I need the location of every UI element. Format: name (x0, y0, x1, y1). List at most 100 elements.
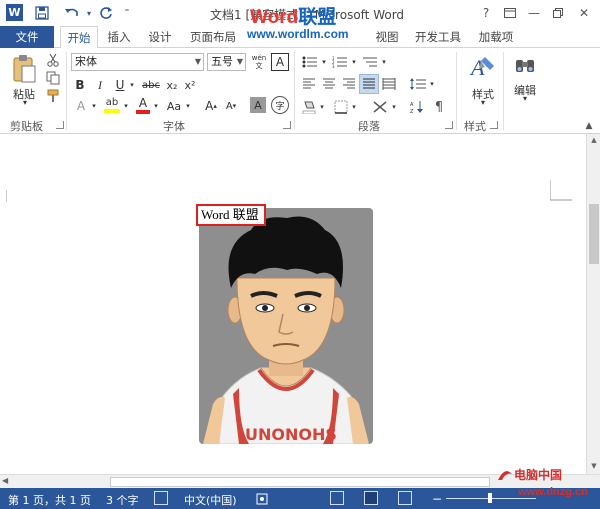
tab-addins[interactable]: 加载项 (474, 26, 518, 48)
tab-view[interactable]: 视图 (370, 26, 404, 48)
styles-dropdown-icon[interactable]: ▾ (478, 98, 488, 107)
tab-insert[interactable]: 插入 (102, 26, 136, 48)
numbering-icon[interactable]: 123 (330, 53, 350, 71)
scroll-up-icon[interactable]: ▲ (587, 134, 600, 146)
font-launcher-icon[interactable] (283, 121, 291, 129)
word-app-icon[interactable]: W (6, 4, 23, 21)
tab-home[interactable]: 开始 (60, 26, 98, 49)
binoculars-icon[interactable] (512, 52, 538, 78)
editing-dropdown-icon[interactable]: ▾ (520, 94, 530, 103)
underline-dropdown-icon[interactable]: ▾ (128, 76, 136, 94)
numbering-dropdown-icon[interactable]: ▾ (350, 53, 358, 71)
show-marks-icon[interactable]: ¶ (430, 98, 448, 116)
word-count-status[interactable]: 3 个字 (106, 492, 139, 508)
italic-button[interactable]: I (92, 76, 108, 94)
undo-icon[interactable] (60, 4, 84, 22)
macro-record-icon[interactable] (254, 491, 268, 505)
svg-text:3: 3 (332, 64, 335, 68)
grow-font-label: A (205, 99, 214, 113)
shrink-font-button[interactable]: A ▾ (222, 97, 240, 115)
bullets-icon[interactable] (300, 53, 320, 71)
highlight-dropdown-icon[interactable]: ▾ (122, 97, 130, 115)
horizontal-scroll-thumb[interactable] (110, 477, 490, 487)
bullets-dropdown-icon[interactable]: ▾ (320, 53, 328, 71)
font-color-button[interactable]: A (134, 95, 152, 115)
save-icon[interactable] (32, 4, 52, 22)
bold-button[interactable]: B (72, 76, 88, 94)
phonetic-guide-icon[interactable]: wén 文 (250, 51, 268, 73)
change-case-button[interactable]: Aa (164, 97, 184, 115)
redo-icon[interactable] (96, 4, 116, 22)
customize-qat-icon[interactable]: ⁼ (120, 4, 134, 22)
read-mode-icon[interactable] (330, 491, 344, 505)
text-effects-button[interactable]: A (72, 97, 90, 115)
maximize-icon[interactable] (546, 3, 570, 23)
asian-layout-dropdown-icon[interactable]: ▾ (390, 98, 398, 116)
paste-dropdown-icon[interactable]: ▾ (20, 98, 30, 107)
styles-icon[interactable]: A (466, 52, 500, 82)
phonetic-guide-label: wén (251, 54, 267, 62)
enclose-characters-button[interactable]: 字 (271, 96, 289, 114)
font-size-combo[interactable]: 五号 ▼ (207, 53, 246, 71)
ribbon-display-icon[interactable] (498, 3, 522, 23)
line-spacing-icon[interactable] (408, 75, 428, 93)
line-spacing-dropdown-icon[interactable]: ▾ (428, 75, 436, 93)
tab-design[interactable]: 设计 (142, 26, 178, 48)
tab-file[interactable]: 文件 (0, 26, 54, 48)
underline-button[interactable]: U (112, 76, 128, 94)
watermark-url: www.wordlm.com (247, 27, 349, 41)
char-shading-button[interactable]: A (250, 97, 266, 113)
group-separator (503, 52, 504, 130)
shading-dropdown-icon[interactable]: ▾ (318, 98, 326, 116)
tab-page-layout[interactable]: 页面布局 (186, 26, 240, 48)
close-icon[interactable]: ✕ (572, 3, 596, 23)
align-right-icon[interactable] (340, 75, 358, 93)
cut-icon[interactable] (44, 52, 62, 68)
asian-layout-icon[interactable] (370, 98, 390, 116)
distributed-icon[interactable] (380, 75, 398, 93)
char-border-icon[interactable]: A (271, 53, 289, 71)
text-effects-dropdown-icon[interactable]: ▾ (90, 97, 98, 115)
proofing-icon[interactable] (154, 491, 168, 505)
undo-dropdown-icon[interactable]: ▾ (84, 4, 94, 22)
tab-developer[interactable]: 开发工具 (410, 26, 466, 48)
vertical-scrollbar[interactable]: ▲ ▼ (586, 134, 600, 474)
justify-icon[interactable] (359, 74, 379, 94)
vertical-scroll-thumb[interactable] (589, 204, 599, 264)
borders-dropdown-icon[interactable]: ▾ (350, 98, 358, 116)
copy-icon[interactable] (44, 70, 62, 86)
grow-font-button[interactable]: A ▴ (202, 97, 220, 115)
styles-launcher-icon[interactable] (490, 121, 498, 129)
shading-icon[interactable] (300, 98, 318, 116)
font-color-dropdown-icon[interactable]: ▾ (152, 97, 160, 115)
cartoon-portrait-image[interactable]: UNONOHS (199, 208, 373, 444)
zoom-slider-thumb[interactable] (488, 493, 492, 503)
align-center-icon[interactable] (320, 75, 338, 93)
format-painter-icon[interactable] (44, 88, 62, 104)
print-layout-icon[interactable] (364, 491, 378, 505)
font-name-value: 宋体 (75, 55, 97, 68)
clipboard-launcher-icon[interactable] (56, 121, 64, 129)
strikethrough-button[interactable]: abc (140, 76, 162, 94)
multilevel-dropdown-icon[interactable]: ▾ (380, 53, 388, 71)
page-count-status[interactable]: 第 1 页，共 1 页 (8, 492, 91, 508)
scroll-left-icon[interactable]: ◀ (2, 476, 8, 485)
superscript-button[interactable]: x² (182, 76, 198, 94)
subscript-button[interactable]: x₂ (164, 76, 180, 94)
change-case-dropdown-icon[interactable]: ▾ (184, 97, 192, 115)
align-left-icon[interactable] (300, 75, 318, 93)
paste-icon[interactable] (8, 52, 40, 86)
language-status[interactable]: 中文(中国) (184, 492, 237, 508)
borders-icon[interactable] (332, 98, 350, 116)
help-icon[interactable]: ? (474, 3, 498, 23)
paragraph-launcher-icon[interactable] (445, 121, 453, 129)
font-name-combo[interactable]: 宋体 ▼ (71, 53, 204, 71)
multilevel-list-icon[interactable] (360, 53, 380, 71)
caption-textbox[interactable]: Word 联盟 (196, 204, 266, 226)
web-layout-icon[interactable] (398, 491, 412, 505)
sort-icon[interactable]: AZ (408, 98, 426, 116)
collapse-ribbon-icon[interactable]: ▲ (582, 120, 596, 132)
minimize-icon[interactable]: — (522, 3, 546, 23)
highlight-button[interactable]: ab (102, 95, 122, 115)
zoom-out-icon[interactable]: − (432, 492, 442, 506)
